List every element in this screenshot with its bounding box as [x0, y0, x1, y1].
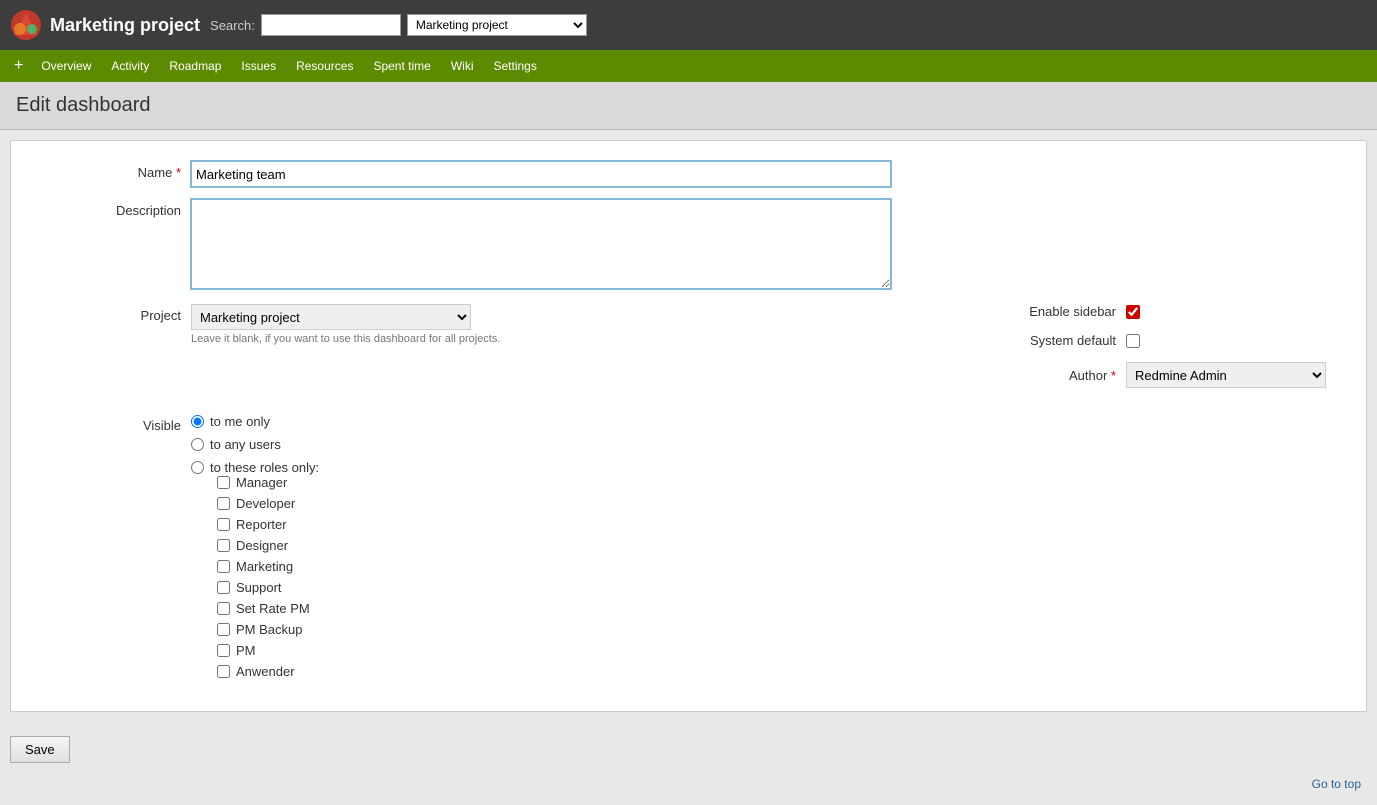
content: Name * Description Project Marketing pro…	[10, 140, 1367, 712]
role-manager[interactable]: Manager	[217, 475, 1346, 490]
nav-item-spent-time[interactable]: Spent time	[363, 53, 440, 79]
author-field: Redmine Admin	[1126, 362, 1326, 388]
goto-top-link[interactable]: Go to top	[1312, 777, 1361, 791]
visible-roles-radio[interactable]	[191, 461, 204, 474]
system-default-checkbox[interactable]	[1126, 334, 1140, 348]
app-logo	[10, 9, 42, 41]
description-textarea[interactable]	[191, 199, 891, 289]
visible-row: Visible to me only to any users to these…	[31, 414, 1346, 679]
role-developer[interactable]: Developer	[217, 496, 1346, 511]
sidebar-section: Enable sidebar System default Author *	[946, 304, 1346, 402]
role-anwender-checkbox[interactable]	[217, 665, 230, 678]
author-row: Author * Redmine Admin	[966, 362, 1346, 388]
role-pm-backup[interactable]: PM Backup	[217, 622, 1346, 637]
name-row: Name *	[31, 161, 1346, 187]
roles-checkbox-group: Manager Developer Reporter Designer Mark…	[217, 475, 1346, 679]
search-area: Search: Marketing project	[210, 14, 587, 36]
author-select[interactable]: Redmine Admin	[1126, 362, 1326, 388]
header-title: Marketing project	[50, 15, 200, 36]
nav-item-overview[interactable]: Overview	[31, 53, 101, 79]
visible-any-option[interactable]: to any users	[191, 437, 1346, 452]
project-row: Project Marketing project Leave it blank…	[31, 304, 1346, 402]
role-reporter[interactable]: Reporter	[217, 517, 1346, 532]
search-project-select[interactable]: Marketing project	[407, 14, 587, 36]
enable-sidebar-checkbox[interactable]	[1126, 305, 1140, 319]
logo: Marketing project	[10, 9, 200, 41]
role-marketing[interactable]: Marketing	[217, 559, 1346, 574]
role-marketing-checkbox[interactable]	[217, 560, 230, 573]
project-hint: Leave it blank, if you want to use this …	[191, 333, 946, 345]
project-field: Marketing project Leave it blank, if you…	[191, 304, 946, 345]
name-field	[191, 161, 1346, 187]
role-pm-checkbox[interactable]	[217, 644, 230, 657]
author-required-star: *	[1111, 368, 1116, 383]
visible-roles-option[interactable]: to these roles only:	[191, 460, 1346, 475]
author-label: Author *	[966, 368, 1126, 383]
visible-field: to me only to any users to these roles o…	[191, 414, 1346, 679]
search-label: Search:	[210, 18, 255, 33]
save-button[interactable]: Save	[10, 736, 70, 763]
project-label: Project	[31, 304, 191, 323]
page-title: Edit dashboard	[16, 94, 1361, 117]
role-manager-checkbox[interactable]	[217, 476, 230, 489]
role-developer-checkbox[interactable]	[217, 497, 230, 510]
nav-item-activity[interactable]: Activity	[101, 53, 159, 79]
role-support[interactable]: Support	[217, 580, 1346, 595]
description-row: Description	[31, 199, 1346, 292]
system-default-row: System default	[966, 333, 1346, 348]
nav-item-resources[interactable]: Resources	[286, 53, 363, 79]
project-select[interactable]: Marketing project	[191, 304, 471, 330]
visible-me-option[interactable]: to me only	[191, 414, 1346, 429]
role-anwender[interactable]: Anwender	[217, 664, 1346, 679]
role-designer[interactable]: Designer	[217, 538, 1346, 553]
nav-item-roadmap[interactable]: Roadmap	[159, 53, 231, 79]
page-title-bar: Edit dashboard	[0, 82, 1377, 130]
enable-sidebar-label: Enable sidebar	[966, 304, 1126, 319]
nav-item-issues[interactable]: Issues	[231, 53, 286, 79]
role-pm[interactable]: PM	[217, 643, 1346, 658]
nav-item-settings[interactable]: Settings	[484, 53, 547, 79]
search-input[interactable]	[261, 14, 401, 36]
name-required-star: *	[176, 165, 181, 180]
header: Marketing project Search: Marketing proj…	[0, 0, 1377, 50]
description-field	[191, 199, 1346, 292]
role-set-rate-pm-checkbox[interactable]	[217, 602, 230, 615]
visible-me-radio[interactable]	[191, 415, 204, 428]
role-designer-checkbox[interactable]	[217, 539, 230, 552]
nav-bar: + Overview Activity Roadmap Issues Resou…	[0, 50, 1377, 82]
enable-sidebar-row: Enable sidebar	[966, 304, 1346, 319]
save-area: Save	[0, 722, 1377, 767]
visible-label: Visible	[31, 414, 191, 433]
role-reporter-checkbox[interactable]	[217, 518, 230, 531]
visible-any-radio[interactable]	[191, 438, 204, 451]
system-default-label: System default	[966, 333, 1126, 348]
footer: Go to top	[0, 767, 1377, 801]
description-label: Description	[31, 199, 191, 218]
enable-sidebar-field	[1126, 305, 1140, 319]
role-set-rate-pm[interactable]: Set Rate PM	[217, 601, 1346, 616]
role-support-checkbox[interactable]	[217, 581, 230, 594]
role-pm-backup-checkbox[interactable]	[217, 623, 230, 636]
visible-radio-group: to me only to any users to these roles o…	[191, 414, 1346, 475]
nav-plus-button[interactable]: +	[6, 53, 31, 79]
nav-item-wiki[interactable]: Wiki	[441, 53, 484, 79]
system-default-field	[1126, 334, 1140, 348]
name-input[interactable]	[191, 161, 891, 187]
name-label: Name *	[31, 161, 191, 180]
